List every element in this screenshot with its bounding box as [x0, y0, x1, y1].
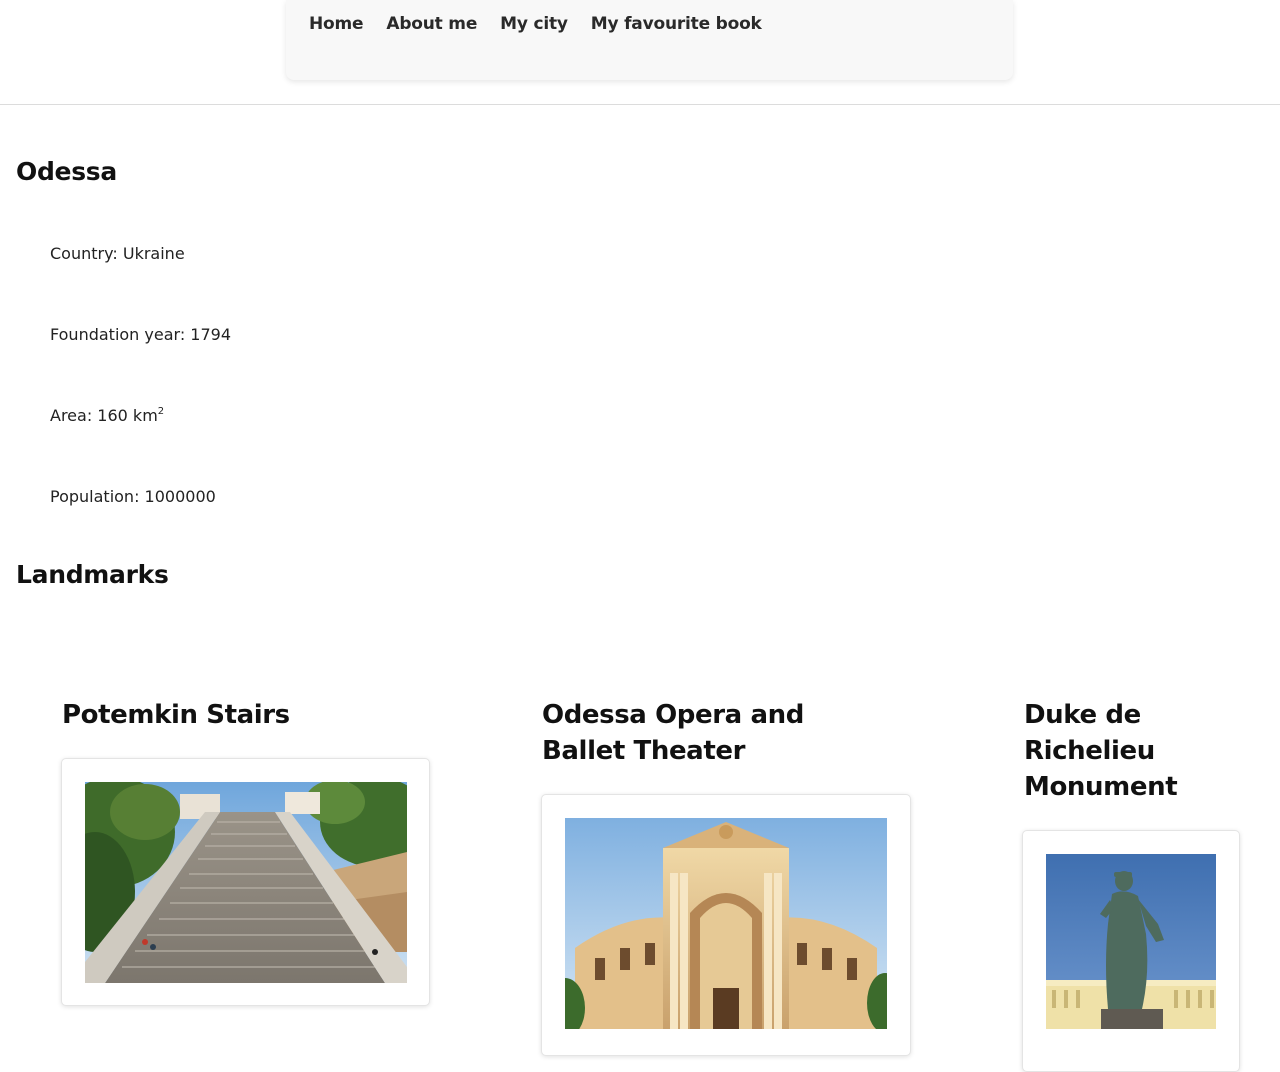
- landmark-card-duke-richelieu: [1022, 830, 1240, 1072]
- landmark-card-potemkin-stairs: [61, 758, 430, 1006]
- landmark-potemkin-stairs: Potemkin Stairs: [62, 697, 482, 733]
- nav-link-my-city[interactable]: My city: [500, 14, 568, 34]
- nav-item-home: Home: [309, 14, 364, 34]
- landmark-opera-theater: Odessa Opera and Ballet Theater: [542, 697, 872, 769]
- city-area-text: Area: 160 km: [50, 406, 158, 425]
- landmark-card-opera-theater: [541, 794, 911, 1056]
- nav-link-about-me[interactable]: About me: [386, 14, 477, 34]
- opera-theater-photo: [565, 818, 887, 1029]
- city-title: Odessa: [16, 157, 117, 186]
- site-header: Home About me My city My favourite book: [0, 0, 1280, 105]
- nav-link-home[interactable]: Home: [309, 14, 364, 34]
- city-population: Population: 1000000: [50, 487, 216, 506]
- city-area: Area: 160 km2: [50, 406, 164, 425]
- nav-item-book: My favourite book: [591, 14, 762, 34]
- landmark-name: Duke de Richelieu Monument: [1024, 700, 1178, 802]
- landmarks-title: Landmarks: [16, 560, 169, 589]
- landmark-duke-richelieu: Duke de Richelieu Monument: [1024, 697, 1214, 805]
- city-area-superscript: 2: [157, 406, 165, 417]
- nav-link-favourite-book[interactable]: My favourite book: [591, 14, 762, 34]
- statue-photo: [1046, 854, 1216, 1029]
- city-country: Country: Ukraine: [50, 244, 185, 263]
- landmark-name: Odessa Opera and Ballet Theater: [542, 700, 804, 766]
- city-foundation-year: Foundation year: 1794: [50, 325, 232, 344]
- nav-item-about: About me: [386, 14, 477, 34]
- stairs-photo: [85, 782, 407, 983]
- main-nav: Home About me My city My favourite book: [286, 0, 1013, 80]
- landmark-name: Potemkin Stairs: [62, 700, 290, 730]
- nav-item-city: My city: [500, 14, 568, 34]
- nav-list: Home About me My city My favourite book: [309, 14, 762, 34]
